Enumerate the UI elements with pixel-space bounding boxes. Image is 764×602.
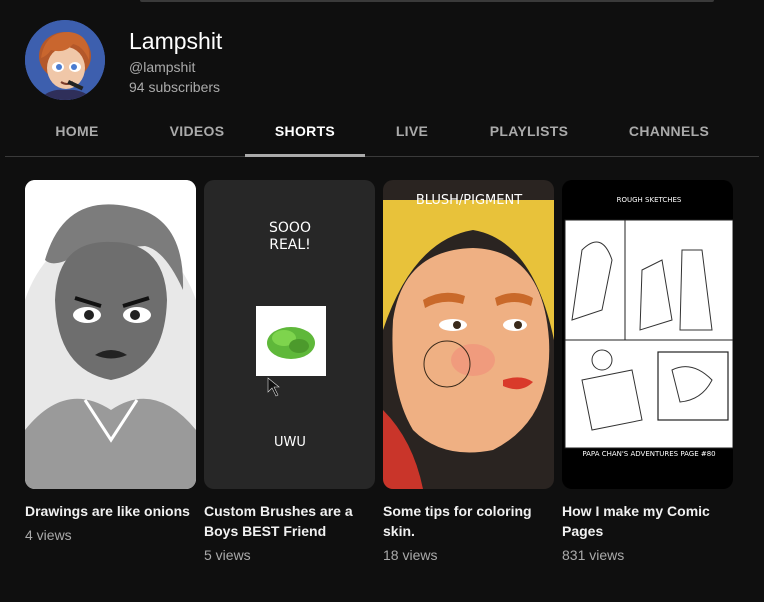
thumb-caption: PAPA CHAN'S ADVENTURES PAGE #80 bbox=[582, 450, 715, 458]
tab-playlists[interactable]: PLAYLISTS bbox=[459, 108, 599, 156]
short-thumbnail[interactable] bbox=[25, 180, 196, 489]
short-item[interactable]: BLUSH/PIGMENT Some tips for coloring ski… bbox=[383, 180, 554, 563]
short-title[interactable]: How I make my Comic Pages bbox=[562, 501, 730, 541]
tab-live[interactable]: LIVE bbox=[365, 108, 459, 156]
tab-channels[interactable]: CHANNELS bbox=[599, 108, 739, 156]
channel-info: Lampshit @lampshit 94 subscribers bbox=[129, 26, 222, 95]
short-thumbnail[interactable]: BLUSH/PIGMENT bbox=[383, 180, 554, 489]
tab-home[interactable]: HOME bbox=[5, 108, 149, 156]
short-item[interactable]: Drawings are like onions 4 views bbox=[25, 180, 196, 563]
short-thumbnail[interactable]: ROUGH SKETCHES PAPA CHAN'S ADVENTURES PA… bbox=[562, 180, 733, 489]
short-views: 831 views bbox=[562, 547, 625, 563]
top-bar-edge bbox=[140, 0, 714, 2]
subscriber-count: 94 subscribers bbox=[129, 78, 221, 95]
short-item[interactable]: SOOO REAL! UWU Custom Brushes are a Boys… bbox=[204, 180, 375, 563]
thumb-caption: SOOO bbox=[269, 220, 311, 236]
channel-header: Lampshit @lampshit 94 subscribers bbox=[25, 20, 222, 100]
short-views: 4 views bbox=[25, 527, 72, 543]
short-views: 18 views bbox=[383, 547, 438, 563]
shorts-grid: Drawings are like onions 4 views SOOO RE… bbox=[25, 180, 733, 563]
short-title[interactable]: Drawings are like onions bbox=[25, 501, 193, 521]
short-views: 5 views bbox=[204, 547, 251, 563]
channel-name: Lampshit bbox=[129, 27, 223, 54]
thumb-caption: UWU bbox=[274, 435, 306, 450]
short-title[interactable]: Custom Brushes are a Boys BEST Friend bbox=[204, 501, 372, 541]
channel-handle: @lampshit bbox=[129, 58, 196, 75]
short-thumbnail[interactable]: SOOO REAL! UWU bbox=[204, 180, 375, 489]
short-title[interactable]: Some tips for coloring skin. bbox=[383, 501, 551, 541]
channel-avatar[interactable] bbox=[25, 20, 105, 100]
thumb-caption: REAL! bbox=[269, 237, 311, 253]
tab-shorts[interactable]: SHORTS bbox=[245, 108, 365, 157]
tab-videos[interactable]: VIDEOS bbox=[149, 108, 245, 156]
thumb-caption: ROUGH SKETCHES bbox=[617, 196, 682, 204]
thumb-caption: BLUSH/PIGMENT bbox=[416, 193, 522, 208]
channel-tabs: HOME VIDEOS SHORTS LIVE PLAYLISTS CHANNE… bbox=[5, 108, 759, 157]
short-item[interactable]: ROUGH SKETCHES PAPA CHAN'S ADVENTURES PA… bbox=[562, 180, 733, 563]
